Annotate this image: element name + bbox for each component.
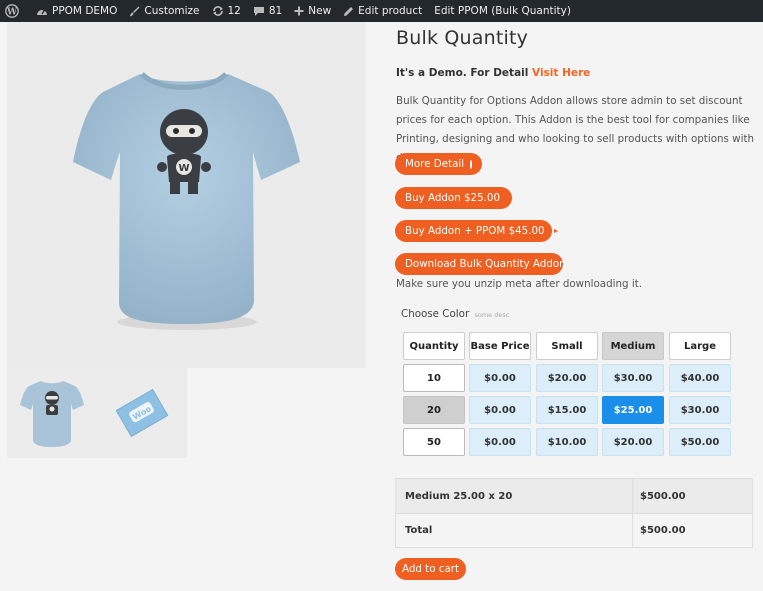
- visit-here-link[interactable]: Visit Here: [532, 67, 590, 79]
- matrix-qty-cell-selected[interactable]: 20: [403, 396, 465, 424]
- matrix-header-large[interactable]: Large: [669, 332, 731, 360]
- price-totals-table: Medium 25.00 x 20 $500.00 Total $500.00: [395, 478, 753, 548]
- matrix-header-quantity: Quantity: [403, 332, 465, 360]
- matrix-price-cell[interactable]: $50.00: [669, 428, 731, 456]
- demo-note-text: It's a Demo. For Detail: [396, 67, 529, 79]
- updates-count: 12: [227, 5, 241, 17]
- matrix-qty-cell[interactable]: 10: [403, 364, 465, 392]
- totals-line-label: Medium 25.00 x 20: [396, 479, 633, 513]
- matrix-price-cell[interactable]: $0.00: [469, 396, 531, 424]
- matrix-header-medium[interactable]: Medium: [602, 332, 664, 360]
- buy-addon-ppom-label: Buy Addon + PPOM $45.00: [405, 225, 545, 237]
- more-detail-label: More Detail: [405, 158, 465, 170]
- updates-icon: [212, 6, 223, 16]
- product-title: Bulk Quantity: [396, 27, 529, 49]
- totals-line-row: Medium 25.00 x 20 $500.00: [396, 479, 752, 513]
- matrix-header-base-price: Base Price: [469, 332, 531, 360]
- comments-link[interactable]: 81: [247, 0, 288, 22]
- matrix-price-cell[interactable]: $20.00: [602, 428, 664, 456]
- customize-link[interactable]: Customize: [123, 0, 205, 22]
- new-label: New: [308, 5, 332, 17]
- matrix-price-cell[interactable]: $20.00: [536, 364, 598, 392]
- edit-ppom-link[interactable]: Edit PPOM (Bulk Quantity): [428, 0, 577, 22]
- matrix-qty-cell[interactable]: 50: [403, 428, 465, 456]
- wordpress-logo-icon[interactable]: W: [0, 0, 30, 22]
- plus-icon: [294, 6, 304, 16]
- unzip-note: Make sure you unzip meta after downloadi…: [396, 278, 642, 290]
- totals-line-value: $500.00: [640, 490, 686, 502]
- new-content-menu[interactable]: New: [288, 0, 337, 22]
- demo-note: It's a Demo. For Detail Visit Here: [396, 67, 590, 79]
- comments-count: 81: [268, 5, 283, 17]
- paintbrush-icon: [129, 6, 140, 16]
- svg-text:W: W: [178, 163, 189, 174]
- matrix-price-cell[interactable]: $30.00: [669, 396, 731, 424]
- buy-addon-ppom-button[interactable]: Buy Addon + PPOM $45.00: [395, 220, 558, 242]
- download-addon-label: Download Bulk Quantity Addon: [405, 258, 566, 270]
- buy-addon-label: Buy Addon $25.00: [405, 192, 501, 204]
- edit-product-link[interactable]: Edit product: [337, 0, 428, 22]
- pencil-icon: [344, 6, 354, 16]
- edit-product-label: Edit product: [358, 5, 423, 17]
- totals-total-label: Total: [396, 514, 633, 547]
- add-to-cart-button[interactable]: Add to cart: [395, 558, 466, 580]
- site-name-menu[interactable]: PPOM DEMO: [30, 0, 123, 22]
- arrow-right-circle-icon: [470, 159, 477, 169]
- matrix-price-cell[interactable]: $40.00: [669, 364, 731, 392]
- site-name: PPOM DEMO: [52, 5, 118, 17]
- buy-addon-button[interactable]: Buy Addon $25.00: [395, 187, 514, 209]
- matrix-price-cell[interactable]: $0.00: [469, 428, 531, 456]
- dashboard-icon: [37, 9, 47, 15]
- choose-color-text: Choose Color: [401, 308, 470, 320]
- totals-total-value: $500.00: [640, 525, 686, 536]
- customize-label: Customize: [144, 5, 200, 17]
- gallery-thumbnail-poster[interactable]: Woo: [97, 368, 187, 458]
- matrix-header-small[interactable]: Small: [536, 332, 598, 360]
- matrix-price-cell[interactable]: $30.00: [602, 364, 664, 392]
- gallery-thumbnail-tshirt[interactable]: [7, 368, 97, 458]
- matrix-price-cell[interactable]: $15.00: [536, 396, 598, 424]
- totals-total-row: Total $500.00: [396, 513, 752, 547]
- matrix-price-cell[interactable]: $10.00: [536, 428, 598, 456]
- svg-text:W: W: [6, 7, 18, 17]
- admin-bar: W PPOM DEMO Customize 12 81 New Edit pro…: [0, 0, 763, 22]
- product-main-image[interactable]: W: [7, 22, 366, 368]
- edit-ppom-label: Edit PPOM (Bulk Quantity): [434, 5, 571, 17]
- choose-color-desc: some desc: [474, 311, 510, 319]
- more-detail-button[interactable]: More Detail: [395, 153, 482, 175]
- choose-color-label: Choose Color some desc: [401, 308, 509, 320]
- matrix-price-cell[interactable]: $0.00: [469, 364, 531, 392]
- comment-icon: [253, 6, 264, 16]
- updates-link[interactable]: 12: [206, 0, 247, 22]
- matrix-price-cell-selected[interactable]: $25.00: [602, 396, 664, 424]
- download-addon-button[interactable]: Download Bulk Quantity Addon: [395, 253, 566, 275]
